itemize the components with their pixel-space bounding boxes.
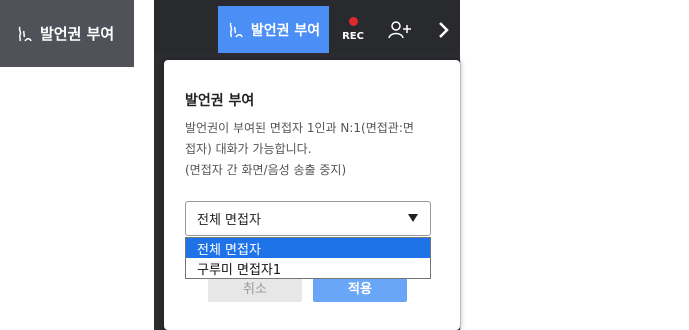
add-person-icon (388, 20, 411, 38)
record-button[interactable]: REC (333, 6, 373, 53)
popup-desc-line: 발언권이 부여된 면접자 1인과 N:1(면접관:면 (185, 121, 414, 135)
popup-desc-line: 접자) 대화가 가능합니다. (185, 142, 312, 156)
add-person-button[interactable] (380, 6, 420, 53)
speak-permission-icon (18, 26, 32, 41)
speak-permission-icon (229, 22, 243, 37)
dropdown-option[interactable]: 전체 면접자 (186, 238, 430, 258)
speak-permission-chip[interactable]: 발언권 부여 (0, 0, 134, 67)
next-button[interactable] (428, 6, 460, 53)
chip-label: 발언권 부여 (40, 25, 115, 43)
popup-desc-line: (면접자 간 화면/음성 송출 중지) (185, 163, 347, 177)
record-dot-icon (348, 17, 358, 26)
speak-permission-label: 발언권 부여 (250, 22, 321, 39)
divider (460, 60, 461, 330)
select-value: 전체 면접자 (197, 213, 261, 228)
record-label: REC (342, 31, 364, 42)
speak-permission-button[interactable]: 발언권 부여 (218, 6, 329, 53)
caret-down-icon (408, 214, 418, 222)
popup-description: 발언권이 부여된 면접자 1인과 N:1(면접관:면 접자) 대화가 가능합니다… (185, 118, 450, 181)
chevron-right-icon (439, 21, 449, 38)
interviewee-select[interactable]: 전체 면접자 (185, 201, 431, 236)
interviewee-dropdown: 전체 면접자 구루미 면접자1 (185, 237, 431, 279)
dropdown-option[interactable]: 구루미 면접자1 (186, 258, 430, 278)
popup-title: 발언권 부여 (185, 93, 255, 109)
